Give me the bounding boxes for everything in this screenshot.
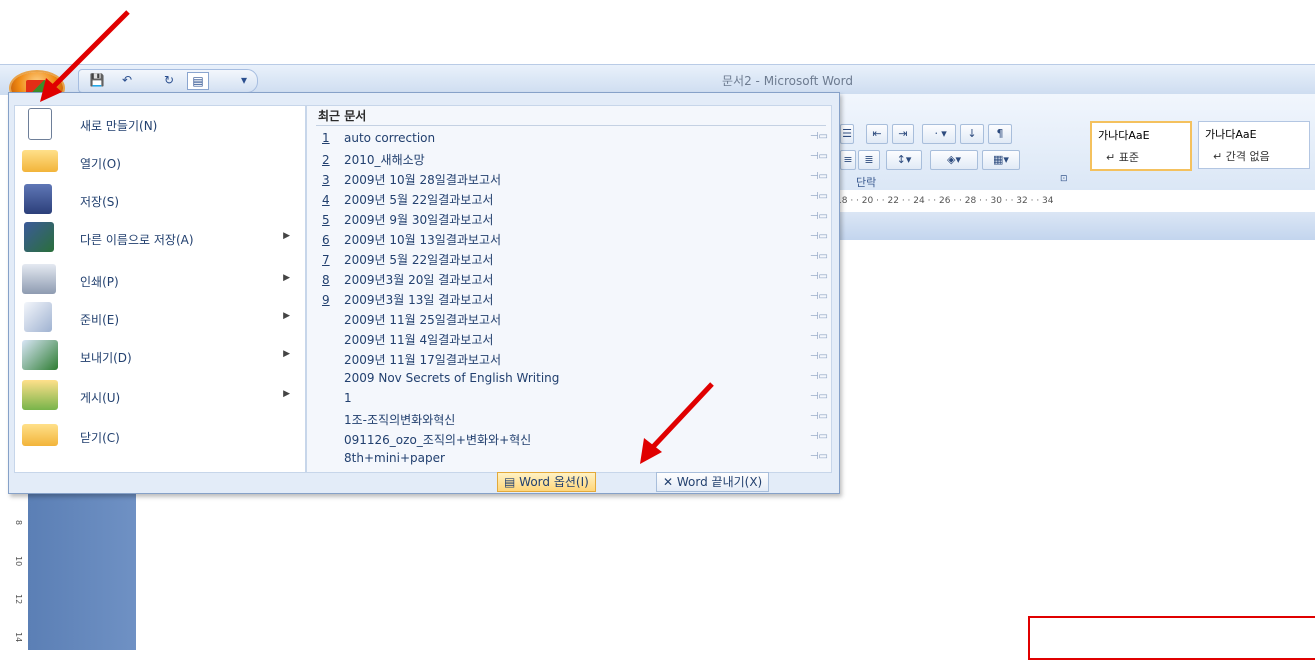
annotation-arrow-options (640, 382, 714, 464)
annotation-box (1028, 616, 1315, 660)
annotation-layer (40, 10, 714, 464)
annotation-arrow-top (40, 10, 130, 102)
